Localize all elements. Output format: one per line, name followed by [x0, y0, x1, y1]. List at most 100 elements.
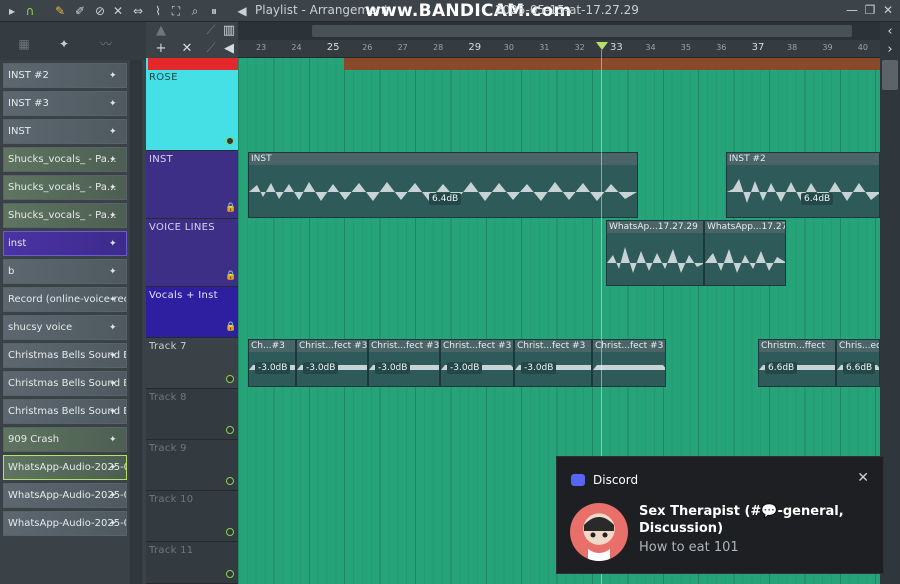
track-header[interactable]: ROSE: [146, 58, 238, 151]
clip-inst-2[interactable]: INST #2 6.4dB: [726, 152, 880, 218]
clip-christmas-bells[interactable]: Christ...fect #3 -3.0dB: [296, 339, 368, 387]
picker-item[interactable]: Christmas Bells Sound Eff...✦: [3, 371, 127, 396]
clip-volume[interactable]: 6.6dB: [765, 362, 798, 374]
clip-christmas-bells[interactable]: Chris...ect 6.6dB: [836, 339, 880, 387]
timeline-ruler[interactable]: 23 24 25 26 27 28 29 30 31 32 33 34 35 36 37 38 39 40: [238, 40, 880, 58]
picker-item[interactable]: b ✦: [3, 259, 127, 284]
track-enable-icon[interactable]: [226, 477, 234, 485]
playback-icon[interactable]: ⏸: [206, 3, 222, 19]
track-header[interactable]: INST 🔒: [146, 151, 238, 219]
clip-volume[interactable]: -3.0dB: [303, 362, 339, 374]
picker-item[interactable]: INST ✦: [3, 119, 127, 144]
track-header[interactable]: VOICE LINES 🔒: [146, 219, 238, 287]
clip-volume[interactable]: 6.4dB: [429, 193, 462, 205]
picker-item[interactable]: shucsy voice ✦: [3, 315, 127, 340]
clip-christmas-bells[interactable]: Christ...fect #3: [592, 339, 666, 387]
clip-christmas-bells[interactable]: Christ...fect #3 -3.0dB: [514, 339, 592, 387]
track-enable-icon[interactable]: [226, 137, 234, 145]
track-enable-icon[interactable]: [226, 570, 234, 578]
scroll-right-icon[interactable]: ›: [881, 42, 899, 58]
vertical-scroll-thumb[interactable]: [882, 60, 898, 90]
picker-item[interactable]: WhatsApp-Audio-2025-0... ✦: [3, 455, 127, 480]
clip-whatsapp-1[interactable]: WhatsAp...17.27.29: [606, 220, 704, 286]
playhead-marker[interactable]: [596, 42, 608, 50]
slice-icon[interactable]: ⌇: [150, 3, 166, 19]
clip-volume[interactable]: -3.0dB: [521, 362, 557, 374]
magnet-icon[interactable]: ∩: [22, 3, 38, 19]
audio-clip-icon: ✦: [109, 99, 117, 109]
brush-icon[interactable]: ✐: [72, 3, 88, 19]
audio-clip-icon: ✦: [109, 183, 117, 193]
slip-icon[interactable]: ⇔: [130, 3, 146, 19]
link-icon[interactable]: ⟋: [202, 23, 220, 39]
select-icon[interactable]: ⛶: [168, 3, 184, 19]
clip-volume[interactable]: -3.0dB: [375, 362, 411, 374]
mute-icon[interactable]: ✕: [110, 3, 126, 19]
picker-item[interactable]: Shucks_vocals_ - Pa... ✦: [3, 147, 127, 172]
clip-christmas-bells[interactable]: Christ...fect #3 -3.0dB: [368, 339, 440, 387]
lock-icon[interactable]: 🔒: [225, 322, 236, 332]
lock-icon[interactable]: 🔒: [225, 271, 236, 281]
clip-volume[interactable]: 6.6dB: [843, 362, 876, 374]
pencil-icon[interactable]: ✎: [52, 3, 68, 19]
clip-volume[interactable]: 6.4dB: [801, 193, 834, 205]
minimize-icon[interactable]: —: [844, 2, 860, 18]
ruler-bar-number: 29: [468, 42, 482, 53]
picker-item[interactable]: INST #3 ✦: [3, 91, 127, 116]
picker-item[interactable]: Christmas Bells Sound Eff...✦: [3, 399, 127, 424]
horizontal-scrollbar[interactable]: [312, 25, 852, 37]
close-icon[interactable]: ✕: [857, 470, 869, 486]
picker-item[interactable]: Christmas Bells Sound Eff...✦: [3, 343, 127, 368]
track-enable-icon[interactable]: [226, 426, 234, 434]
speaker-icon[interactable]: ◀: [234, 3, 250, 19]
clip-volume[interactable]: -3.0dB: [255, 362, 291, 374]
track-name: Track 10: [149, 494, 194, 505]
audio-wave-icon[interactable]: ✦: [56, 36, 72, 52]
track-enable-icon[interactable]: [226, 375, 234, 383]
track-color-icon[interactable]: ⟋: [202, 41, 220, 57]
track-header[interactable]: Track 11: [146, 542, 238, 584]
picker-item[interactable]: WhatsApp-Audio-2025-0... ✦: [3, 511, 127, 536]
track-toolbar: ▲ + ✕ ⟋ ▥ ⟋ ◀: [146, 22, 238, 58]
lock-icon[interactable]: 🔒: [225, 203, 236, 213]
picker-item[interactable]: Shucks_vocals_ - Pa... ✦: [3, 203, 127, 228]
remove-track-icon[interactable]: ✕: [178, 41, 196, 57]
clip-christmas-bells[interactable]: Christm...ffect 6.6dB: [758, 339, 836, 387]
track-header[interactable]: Track 10: [146, 491, 238, 542]
loop-range-bar[interactable]: [344, 58, 880, 70]
picker-item[interactable]: Record (online-voice-rec... ✦: [3, 287, 127, 312]
track-header[interactable]: Track 7: [146, 338, 238, 389]
audio-clip-icon: ✦: [109, 463, 117, 473]
clip-christmas-bells[interactable]: Christ...fect #3 -3.0dB: [440, 339, 514, 387]
picker-item[interactable]: INST #2 ✦: [3, 63, 127, 88]
delete-icon[interactable]: ⊘: [92, 3, 108, 19]
restore-icon[interactable]: ❐: [862, 2, 878, 18]
picker-item[interactable]: inst ✦: [3, 231, 127, 256]
pattern-icon[interactable]: ▦: [16, 36, 32, 52]
picker-item[interactable]: Shucks_vocals_ - Pa... ✦: [3, 175, 127, 200]
arrow-right-icon[interactable]: ▸: [4, 3, 20, 19]
clip-inst[interactable]: INST 6.4dB: [248, 152, 638, 218]
ruler-bar-number: 27: [397, 43, 408, 52]
arrow-left-icon[interactable]: ◀: [220, 41, 238, 57]
picker-item[interactable]: 909 Crash ✦: [3, 427, 127, 452]
discord-notification[interactable]: Discord ✕ Sex Therapist (#💬-general, Dis…: [556, 456, 884, 574]
close-icon[interactable]: ✕: [880, 2, 896, 18]
automation-icon[interactable]: 〰: [98, 36, 114, 52]
clip-whatsapp-2[interactable]: WhatsApp...17.27.29: [704, 220, 786, 286]
waveform: [249, 182, 637, 201]
track-enable-icon[interactable]: [226, 528, 234, 536]
zoom-icon[interactable]: ⌕: [187, 3, 203, 19]
piano-icon[interactable]: ▥: [220, 23, 238, 39]
track-header[interactable]: Track 9: [146, 440, 238, 491]
arrow-up-icon[interactable]: ▲: [152, 23, 170, 39]
track-header[interactable]: Track 8: [146, 389, 238, 440]
track-header[interactable]: Vocals + Inst 🔒: [146, 287, 238, 338]
scroll-left-icon[interactable]: ‹: [881, 24, 899, 40]
clip-volume[interactable]: -3.0dB: [447, 362, 483, 374]
picker-item[interactable]: WhatsApp-Audio-2025-0... ✦: [3, 483, 127, 508]
audio-clip-icon: ✦: [109, 323, 117, 333]
picker-scrollbar[interactable]: [130, 60, 142, 584]
add-track-button[interactable]: +: [152, 41, 170, 57]
clip-christmas-bells[interactable]: Ch...#3 -3.0dB: [248, 339, 296, 387]
